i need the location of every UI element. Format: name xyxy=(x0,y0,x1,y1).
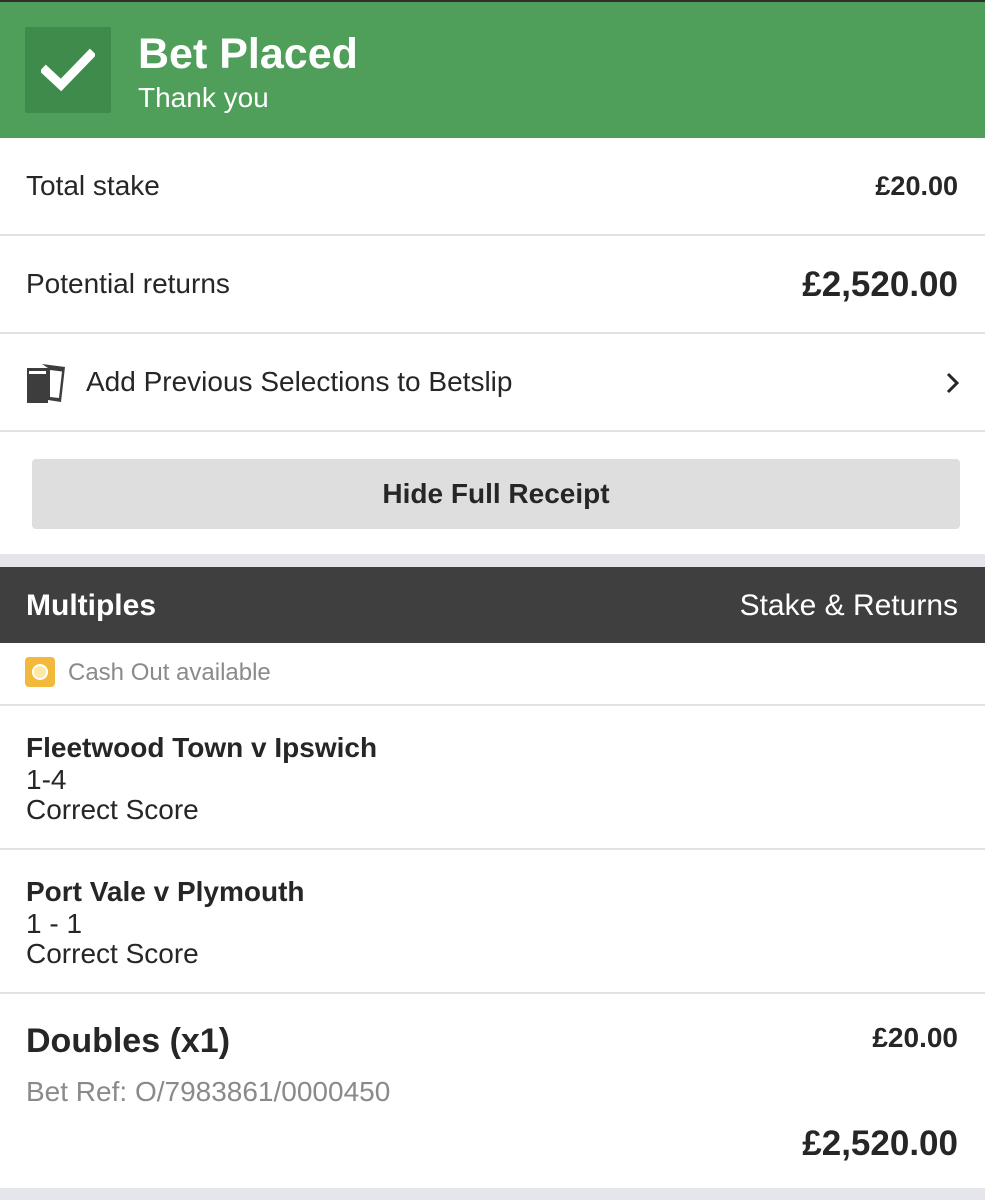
selection-item: Port Vale v Plymouth 1 - 1 Correct Score xyxy=(0,850,985,994)
selection-score: 1-4 xyxy=(26,764,67,795)
selection-market: Correct Score xyxy=(26,794,199,825)
cash-out-coin-icon xyxy=(25,657,55,687)
chevron-right-icon xyxy=(946,372,960,399)
bet-returns: £2,520.00 xyxy=(802,1124,958,1163)
bet-reference: Bet Ref: O/7983861/0000450 xyxy=(26,1076,391,1107)
header-title: Bet Placed xyxy=(138,30,358,78)
multiples-header: Multiples Stake & Returns xyxy=(0,567,985,643)
add-previous-selections-row[interactable]: Add Previous Selections to Betslip xyxy=(0,334,985,432)
selection-match: Fleetwood Town v Ipswich xyxy=(26,732,378,763)
selection-item: Fleetwood Town v Ipswich 1-4 Correct Sco… xyxy=(0,706,985,850)
checkmark-icon xyxy=(25,27,111,113)
bet-placed-header: Bet Placed Thank you xyxy=(0,0,985,138)
stake-returns-title: Stake & Returns xyxy=(739,589,958,622)
selection-match: Port Vale v Plymouth xyxy=(26,876,305,907)
total-stake-label: Total stake xyxy=(26,170,160,201)
potential-returns-label: Potential returns xyxy=(26,268,230,299)
section-divider xyxy=(0,554,985,567)
selection-market: Correct Score xyxy=(26,938,199,969)
bet-type: Doubles (x1) xyxy=(26,1022,231,1060)
bet-stake: £20.00 xyxy=(872,1022,958,1053)
total-stake-row: Total stake £20.00 xyxy=(0,138,985,236)
total-stake-value: £20.00 xyxy=(875,171,958,201)
hide-full-receipt-button[interactable]: Hide Full Receipt xyxy=(32,459,960,529)
header-subtitle: Thank you xyxy=(138,82,269,113)
bet-summary: Doubles (x1) £20.00 Bet Ref: O/7983861/0… xyxy=(0,994,985,1188)
cash-out-row: Cash Out available xyxy=(0,643,985,706)
selection-score: 1 - 1 xyxy=(26,908,83,939)
bottom-divider xyxy=(0,1188,985,1200)
multiples-title: Multiples xyxy=(26,589,157,622)
potential-returns-value: £2,520.00 xyxy=(802,265,958,304)
cash-out-label: Cash Out available xyxy=(68,659,271,686)
betslip-cards-icon xyxy=(26,362,66,409)
add-previous-selections-label: Add Previous Selections to Betslip xyxy=(86,366,513,397)
potential-returns-row: Potential returns £2,520.00 xyxy=(0,236,985,334)
